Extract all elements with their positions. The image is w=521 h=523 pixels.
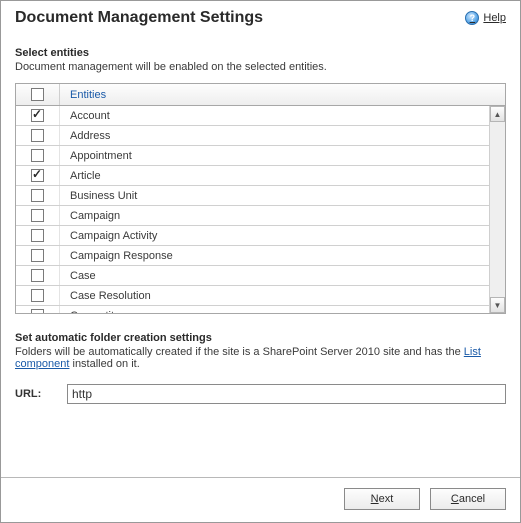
table-row[interactable]: Campaign <box>16 206 489 226</box>
url-label: URL: <box>15 388 55 400</box>
table-row[interactable]: Case Resolution <box>16 286 489 306</box>
entity-checkbox[interactable] <box>31 209 44 222</box>
dialog-content: Select entities Document management will… <box>1 31 520 455</box>
table-row[interactable]: Campaign Activity <box>16 226 489 246</box>
help-link[interactable]: ? Help <box>465 11 506 25</box>
document-management-settings-dialog: Document Management Settings ? Help Sele… <box>0 0 521 523</box>
entity-checkbox[interactable] <box>31 149 44 162</box>
dialog-footer: Next Cancel <box>1 478 520 522</box>
scroll-track[interactable] <box>490 122 505 297</box>
folder-desc-after: installed on it. <box>69 358 139 370</box>
url-input[interactable] <box>67 384 506 404</box>
entity-checkbox[interactable] <box>31 229 44 242</box>
entity-label: Campaign Activity <box>60 230 157 242</box>
entity-label: Account <box>60 110 110 122</box>
table-row[interactable]: Appointment <box>16 146 489 166</box>
entity-label: Article <box>60 170 101 182</box>
scroll-down-button[interactable]: ▼ <box>490 297 505 313</box>
entity-label: Campaign <box>60 210 120 222</box>
url-row: URL: <box>15 384 506 404</box>
table-row[interactable]: Article <box>16 166 489 186</box>
folder-settings-heading: Set automatic folder creation settings <box>15 332 506 344</box>
help-icon: ? <box>465 11 479 25</box>
folder-settings-description: Folders will be automatically created if… <box>15 346 506 370</box>
table-row[interactable]: Account <box>16 106 489 126</box>
scroll-up-button[interactable]: ▲ <box>490 106 505 122</box>
select-all-checkbox[interactable] <box>31 88 44 101</box>
entity-checkbox[interactable] <box>31 269 44 282</box>
table-row[interactable]: Address <box>16 126 489 146</box>
entity-checkbox[interactable] <box>31 189 44 202</box>
folder-settings-section: Set automatic folder creation settings F… <box>15 332 506 370</box>
table-row[interactable]: Campaign Response <box>16 246 489 266</box>
entity-checkbox[interactable] <box>31 309 44 313</box>
next-button[interactable]: Next <box>344 488 420 510</box>
vertical-scrollbar[interactable]: ▲ ▼ <box>489 106 505 313</box>
entity-label: Case Resolution <box>60 290 151 302</box>
dialog-title: Document Management Settings <box>15 9 263 27</box>
entity-label: Address <box>60 130 110 142</box>
title-bar: Document Management Settings ? Help <box>1 1 520 31</box>
table-row[interactable]: Case <box>16 266 489 286</box>
table-row[interactable]: Business Unit <box>16 186 489 206</box>
table-row[interactable]: Competitor <box>16 306 489 313</box>
entity-label: Appointment <box>60 150 132 162</box>
entity-checkbox[interactable] <box>31 169 44 182</box>
entity-label: Campaign Response <box>60 250 173 262</box>
entity-label: Case <box>60 270 96 282</box>
select-entities-description: Document management will be enabled on t… <box>15 61 506 73</box>
help-label: Help <box>483 12 506 24</box>
entities-grid-header: Entities <box>15 84 506 106</box>
entity-label: Business Unit <box>60 190 137 202</box>
entities-column-header[interactable]: Entities <box>60 89 106 101</box>
folder-desc-before: Folders will be automatically created if… <box>15 346 464 358</box>
select-entities-heading: Select entities <box>15 47 506 59</box>
entity-checkbox[interactable] <box>31 129 44 142</box>
entity-checkbox[interactable] <box>31 109 44 122</box>
entity-checkbox[interactable] <box>31 289 44 302</box>
entity-checkbox[interactable] <box>31 249 44 262</box>
entities-grid-body: Account Address Appointment Article Business… <box>16 106 489 313</box>
cancel-button[interactable]: Cancel <box>430 488 506 510</box>
entities-grid: Entities Account Address Appointment Articl… <box>15 83 506 314</box>
entity-label: Competitor <box>60 310 124 314</box>
